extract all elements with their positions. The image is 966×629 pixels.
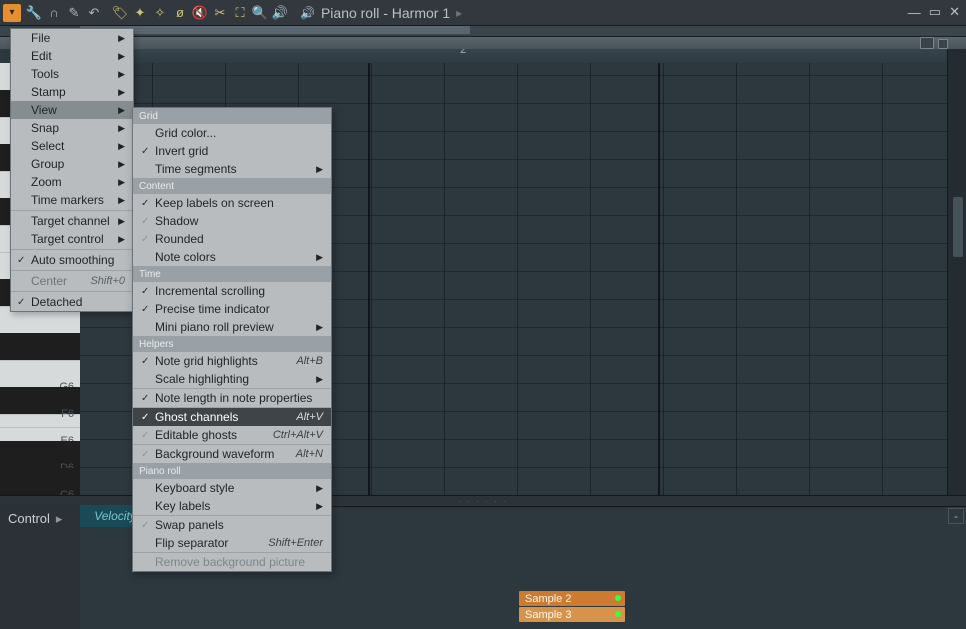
- channel-speaker-icon[interactable]: 🔊: [300, 6, 315, 20]
- view-submenu: GridGrid color...Invert gridTime segment…: [132, 107, 332, 572]
- submenu-item-keep-labels-on-screen[interactable]: Keep labels on screen: [133, 194, 331, 212]
- submenu-item-key-labels[interactable]: Key labels▶: [133, 497, 331, 515]
- main-context-menu: File▶Edit▶Tools▶Stamp▶View▶Snap▶Select▶G…: [10, 28, 134, 312]
- slice-icon[interactable]: ✂: [210, 3, 230, 23]
- piano-roll-window: 🔧 ∩ ✎ ↶ 🏷 ✦ ✧ ø 🔇 ✂ ⛶ 🔍 🔊 🔊 Piano roll -…: [0, 0, 966, 629]
- submenu-item-swap-panels[interactable]: Swap panels: [133, 516, 331, 534]
- submenu-item-ghost-channels[interactable]: Ghost channelsAlt+V: [133, 408, 331, 426]
- menu-item-file[interactable]: File▶: [11, 29, 133, 47]
- magnet-icon[interactable]: ∩: [44, 3, 64, 23]
- submenu-item-editable-ghosts[interactable]: Editable ghostsCtrl+Alt+V: [133, 426, 331, 444]
- sparkle-icon[interactable]: ✧: [150, 3, 170, 23]
- wrench-icon[interactable]: 🔧: [24, 3, 44, 23]
- expand-icon[interactable]: ⛶: [230, 3, 250, 23]
- menu-item-center[interactable]: CenterShift+0: [11, 272, 133, 290]
- submenu-item-mini-piano-roll-preview[interactable]: Mini piano roll preview▶: [133, 318, 331, 336]
- minimize-button[interactable]: —: [908, 5, 921, 20]
- secondary-bar: [0, 37, 966, 49]
- tag-icon[interactable]: 🏷: [110, 3, 130, 23]
- speaker-mute-icon[interactable]: 🔇: [190, 3, 210, 23]
- main-menu-button[interactable]: [3, 4, 21, 22]
- horizontal-scrollbar[interactable]: [0, 26, 966, 37]
- undo-icon[interactable]: ↶: [84, 3, 104, 23]
- maximize-button[interactable]: ▭: [929, 4, 941, 20]
- vertical-scrollbar[interactable]: [947, 37, 966, 495]
- submenu-item-note-colors[interactable]: Note colors▶: [133, 248, 331, 266]
- volume-icon[interactable]: 🔊: [270, 3, 290, 23]
- horizontal-scroll-thumb[interactable]: [80, 26, 470, 34]
- vertical-scroll-thumb[interactable]: [953, 197, 963, 257]
- submenu-item-note-grid-highlights[interactable]: Note grid highlightsAlt+B: [133, 352, 331, 370]
- zoom-icon[interactable]: 🔍: [250, 3, 270, 23]
- menu-item-target-channel[interactable]: Target channel▶: [11, 212, 133, 230]
- submenu-item-flip-separator[interactable]: Flip separatorShift+Enter: [133, 534, 331, 552]
- submenu-item-shadow[interactable]: Shadow: [133, 212, 331, 230]
- menu-item-time-markers[interactable]: Time markers▶: [11, 191, 133, 209]
- menu-item-snap[interactable]: Snap▶: [11, 119, 133, 137]
- channel-next-icon[interactable]: ▸: [456, 6, 462, 20]
- submenu-item-keyboard-style[interactable]: Keyboard style▶: [133, 479, 331, 497]
- window-title: Piano roll - Harmor 1: [321, 5, 450, 21]
- clip-active-dot: [615, 595, 621, 601]
- submenu-item-rounded[interactable]: Rounded: [133, 230, 331, 248]
- menu-item-stamp[interactable]: Stamp▶: [11, 83, 133, 101]
- menu-item-auto-smoothing[interactable]: Auto smoothing: [11, 251, 133, 269]
- overview-toggle[interactable]: [920, 37, 934, 49]
- mute-icon[interactable]: ø: [170, 3, 190, 23]
- submenu-item-background-waveform[interactable]: Background waveformAlt+N: [133, 445, 331, 463]
- submenu-item-remove-background-picture: Remove background picture: [133, 553, 331, 571]
- sample-clip-2[interactable]: Sample 2: [519, 591, 625, 606]
- menu-item-zoom[interactable]: Zoom▶: [11, 173, 133, 191]
- menu-item-view[interactable]: View▶: [11, 101, 133, 119]
- control-panel-label[interactable]: Control▸: [0, 505, 80, 629]
- submenu-item-grid-color-[interactable]: Grid color...: [133, 124, 331, 142]
- clip-active-dot: [615, 611, 621, 617]
- control-collapse-button[interactable]: -: [948, 508, 964, 524]
- close-button[interactable]: ✕: [949, 4, 960, 20]
- submenu-item-precise-time-indicator[interactable]: Precise time indicator: [133, 300, 331, 318]
- toolbar: 🔧 ∩ ✎ ↶ 🏷 ✦ ✧ ø 🔇 ✂ ⛶ 🔍 🔊 🔊 Piano roll -…: [0, 0, 966, 26]
- menu-item-target-control[interactable]: Target control▶: [11, 230, 133, 248]
- menu-item-detached[interactable]: Detached: [11, 293, 133, 311]
- submenu-item-incremental-scrolling[interactable]: Incremental scrolling: [133, 282, 331, 300]
- menu-item-edit[interactable]: Edit▶: [11, 47, 133, 65]
- submenu-item-time-segments[interactable]: Time segments▶: [133, 160, 331, 178]
- submenu-item-note-length-in-note-properties[interactable]: Note length in note properties: [133, 389, 331, 407]
- pencil-icon[interactable]: ✎: [64, 3, 84, 23]
- brush-icon[interactable]: ✦: [130, 3, 150, 23]
- overview-dot[interactable]: [938, 39, 948, 49]
- submenu-item-scale-highlighting[interactable]: Scale highlighting▶: [133, 370, 331, 388]
- menu-item-select[interactable]: Select▶: [11, 137, 133, 155]
- menu-item-tools[interactable]: Tools▶: [11, 65, 133, 83]
- menu-item-group[interactable]: Group▶: [11, 155, 133, 173]
- sample-clip-3[interactable]: Sample 3: [519, 607, 625, 622]
- submenu-item-invert-grid[interactable]: Invert grid: [133, 142, 331, 160]
